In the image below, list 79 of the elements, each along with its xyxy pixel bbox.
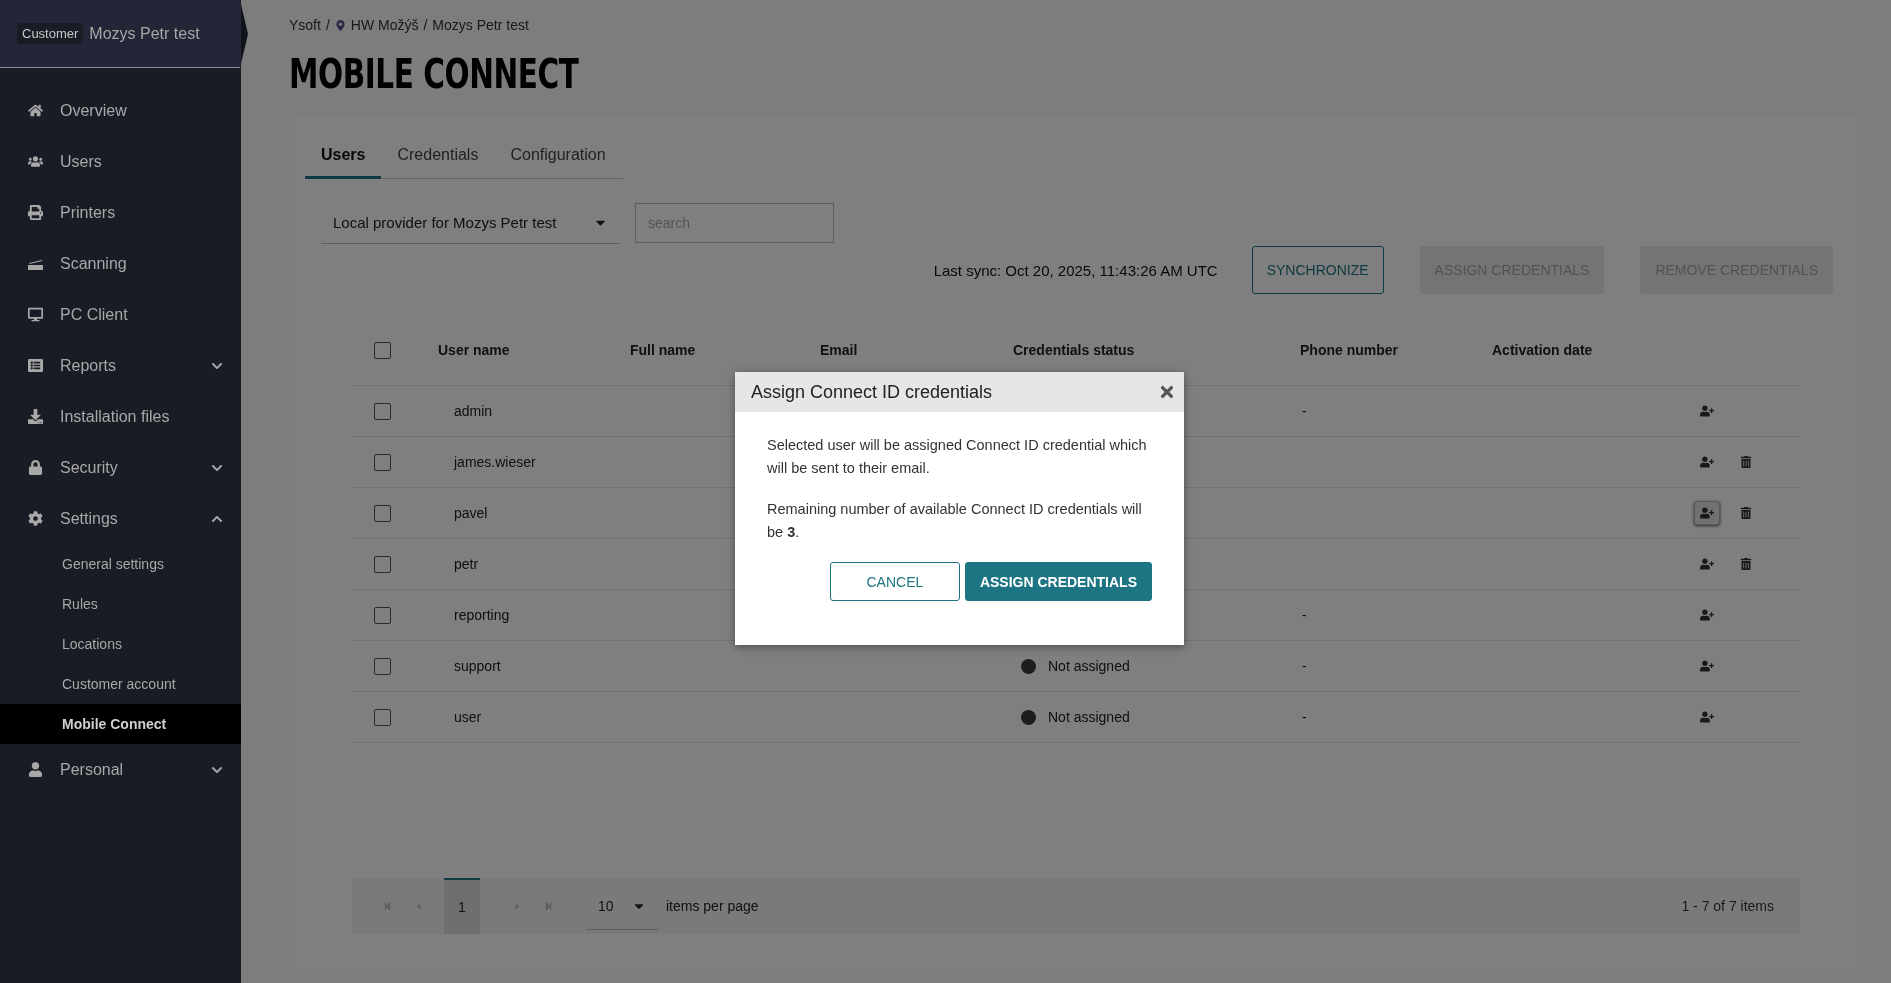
table-cell: - bbox=[1302, 403, 1307, 419]
nav-subitem[interactable]: Locations bbox=[0, 624, 241, 664]
tab[interactable]: Users bbox=[305, 132, 382, 179]
column-header: User name bbox=[437, 342, 511, 358]
page-title: MOBILE CONNECT bbox=[289, 54, 580, 94]
monitor-icon bbox=[27, 307, 43, 322]
settings-icon bbox=[27, 511, 43, 526]
scanner-icon bbox=[27, 257, 43, 270]
nav-item[interactable]: Printers bbox=[0, 187, 241, 238]
status-dot bbox=[1021, 709, 1036, 725]
nav-subitem[interactable]: Mobile Connect bbox=[0, 704, 241, 744]
nav-item[interactable]: Reports bbox=[0, 340, 241, 391]
user-icon bbox=[27, 762, 43, 777]
checkbox[interactable] bbox=[373, 504, 391, 522]
page-size-dropdown[interactable]: 10 bbox=[586, 882, 658, 930]
table-cell-text: user bbox=[453, 709, 483, 725]
nav-item[interactable]: Overview bbox=[0, 85, 241, 136]
nav-item[interactable]: Personal bbox=[0, 744, 241, 795]
table-cell: - bbox=[1302, 658, 1307, 674]
page-number[interactable]: 1 bbox=[444, 878, 480, 934]
download-icon bbox=[27, 409, 43, 424]
status-text: Not assigned bbox=[1048, 658, 1130, 674]
checkbox[interactable] bbox=[373, 453, 391, 471]
nav-item[interactable]: PC Client bbox=[0, 289, 241, 340]
breadcrumb-separator: / bbox=[423, 17, 428, 33]
lock-icon bbox=[27, 460, 43, 475]
provider-dropdown[interactable]: Local provider for Mozys Petr test bbox=[321, 202, 620, 244]
dialog-text: Remaining number of available Connect ID credentials will be 3. bbox=[767, 500, 1143, 542]
table-cell-text: james.wieser bbox=[452, 454, 537, 470]
column-header: Full name bbox=[629, 342, 697, 358]
checkbox[interactable] bbox=[373, 402, 391, 420]
home-icon bbox=[27, 103, 43, 118]
last-sync-text: Last sync: Oct 20, 2025, 11:43:26 AM UTC bbox=[933, 261, 1218, 279]
nav-item[interactable]: Installation files bbox=[0, 391, 241, 442]
table-cell-text: admin bbox=[453, 403, 494, 419]
table-cell-text: petr bbox=[453, 556, 480, 572]
dialog-text: Selected user will be assigned Connect ID credential which will be sent to their email. bbox=[767, 436, 1148, 478]
nav-subitem[interactable]: Customer account bbox=[0, 664, 241, 704]
customer-badge: Customer bbox=[17, 23, 84, 44]
checkbox[interactable] bbox=[373, 708, 391, 726]
nav-item[interactable]: Security bbox=[0, 442, 241, 493]
pin-icon bbox=[334, 19, 346, 31]
breadcrumb-separator: / bbox=[325, 17, 330, 33]
checkbox[interactable] bbox=[373, 555, 391, 573]
close-icon[interactable] bbox=[1158, 383, 1176, 401]
table-cell: - bbox=[1302, 607, 1307, 623]
checkbox[interactable] bbox=[373, 342, 391, 359]
column-header: Credentials status bbox=[1012, 342, 1136, 358]
items-summary: 1 - 7 of 7 items bbox=[1681, 898, 1774, 914]
nav-item[interactable]: Users bbox=[0, 136, 241, 187]
table-cell: - bbox=[1302, 709, 1307, 725]
tab[interactable]: Credentials bbox=[381, 132, 495, 179]
breadcrumb-link[interactable]: Ysoft bbox=[289, 17, 321, 33]
breadcrumb-link[interactable]: Mozys Petr test bbox=[432, 17, 529, 33]
status-text: Not assigned bbox=[1048, 709, 1130, 725]
cancel-button[interactable]: CANCEL bbox=[829, 562, 960, 601]
table-cell-text: support bbox=[453, 658, 502, 674]
column-header: Activation date bbox=[1491, 342, 1594, 358]
users-icon bbox=[27, 154, 43, 169]
tab[interactable]: Configuration bbox=[494, 132, 622, 179]
dialog-title: Assign Connect ID credentials bbox=[751, 381, 993, 403]
nav-item[interactable]: Scanning bbox=[0, 238, 241, 289]
table-cell-text: reporting bbox=[453, 607, 511, 623]
checkbox[interactable] bbox=[373, 606, 391, 624]
page-size-label: items per page bbox=[666, 898, 759, 914]
list-icon bbox=[27, 358, 43, 373]
confirm-button[interactable]: ASSIGN CREDENTIALS bbox=[964, 562, 1152, 601]
nav-subitem[interactable]: Rules bbox=[0, 584, 241, 624]
column-header: Email bbox=[819, 342, 859, 358]
nav-item[interactable]: Settings bbox=[0, 493, 241, 544]
breadcrumb-link[interactable]: HW Možýš bbox=[350, 17, 419, 33]
status-dot bbox=[1021, 658, 1036, 674]
add-user-icon[interactable] bbox=[1694, 501, 1720, 525]
printer-icon bbox=[27, 205, 43, 220]
checkbox[interactable] bbox=[373, 657, 391, 675]
table-cell-text: pavel bbox=[453, 505, 489, 521]
customer-name: Mozys Petr test bbox=[89, 24, 200, 43]
column-header: Phone number bbox=[1299, 342, 1399, 358]
nav-subitem[interactable]: General settings bbox=[0, 544, 241, 584]
